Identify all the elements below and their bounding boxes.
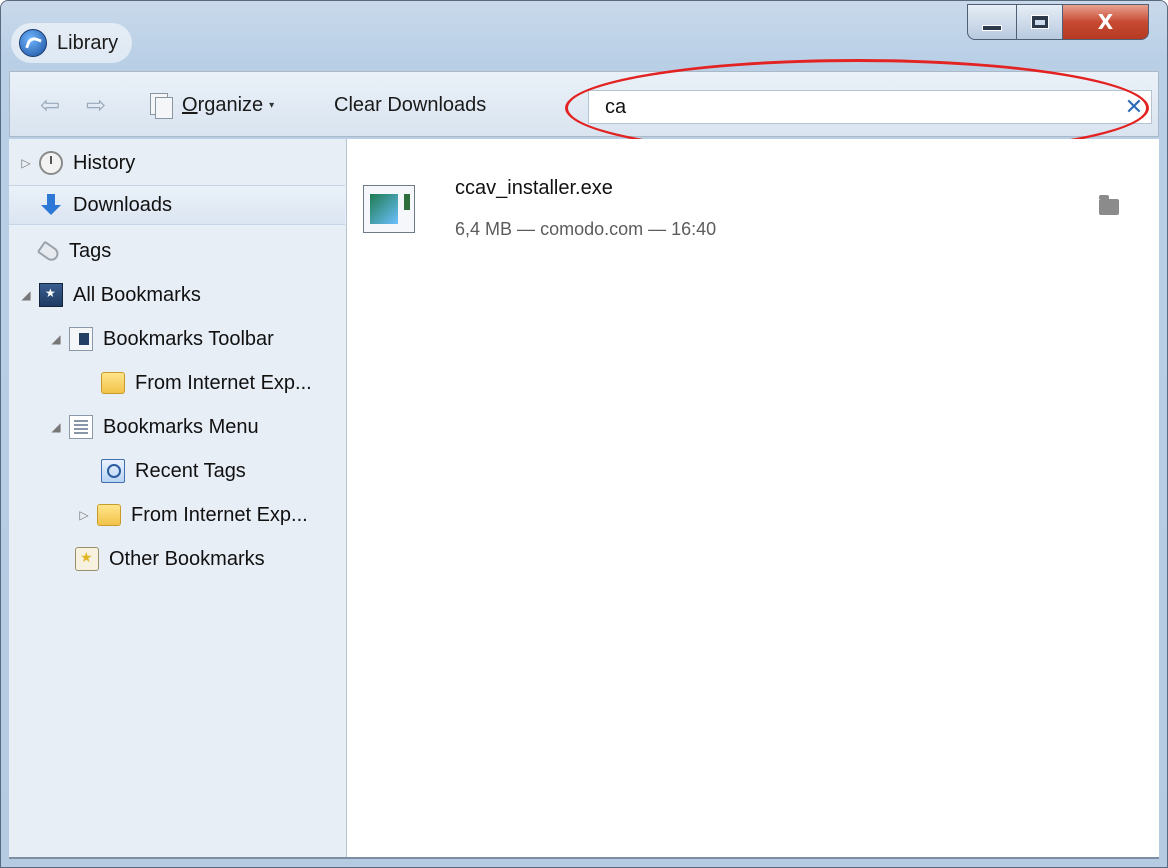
title-pill: Library [11, 23, 133, 63]
download-source: comodo.com [540, 219, 644, 239]
forward-arrow-icon: ⇨ [85, 91, 107, 119]
sidebar-item-label: All Bookmarks [73, 283, 201, 306]
sidebar-item-label: Downloads [73, 193, 172, 216]
window-controls: X [967, 4, 1149, 40]
close-button[interactable]: X [1063, 4, 1149, 40]
clear-search-icon[interactable]: ✕ [1117, 91, 1151, 123]
clear-downloads-button[interactable]: Clear Downloads [334, 72, 486, 138]
organize-button[interactable]: Organize ▾ [150, 72, 274, 138]
window-frame-bottom [9, 857, 1159, 859]
download-time: 16:40 [671, 219, 717, 239]
back-button[interactable]: ⇦ [36, 72, 64, 138]
sidebar-item-bookmarks-toolbar[interactable]: ◢ Bookmarks Toolbar [49, 319, 274, 359]
sidebar-item-label: Bookmarks Toolbar [103, 327, 274, 350]
sidebar-item-label: From Internet Exp... [135, 371, 312, 394]
minimize-icon [982, 25, 1002, 31]
sidebar-item-label: Recent Tags [135, 459, 246, 482]
sidebar-item-all-bookmarks[interactable]: ◢ All Bookmarks [19, 275, 201, 315]
sidebar-item-label: History [73, 151, 136, 174]
sidebar-item-downloads[interactable]: Downloads [9, 185, 345, 225]
search-input[interactable] [603, 94, 1117, 120]
library-window: Library X ⇦ ⇨ Organize ▾ Clear Downloads… [0, 0, 1168, 868]
firefox-app-icon[interactable] [19, 29, 47, 57]
tag-icon [36, 240, 62, 264]
collapse-icon[interactable]: ◢ [19, 288, 33, 302]
close-icon: X [1097, 10, 1114, 34]
sidebar-item-history[interactable]: ▷ History [19, 143, 135, 183]
download-item[interactable]: ccav_installer.exe 6,4 MB — comodo.com —… [361, 177, 1151, 253]
sidebar-item-label: Other Bookmarks [109, 547, 265, 570]
collapse-icon[interactable]: ◢ [49, 332, 63, 346]
organize-accesskey: O [182, 93, 198, 116]
open-folder-icon[interactable] [1099, 195, 1119, 215]
organize-label: rganize [197, 93, 264, 116]
separator: — [517, 219, 536, 239]
download-details: 6,4 MB — comodo.com — 16:40 [455, 219, 716, 240]
sidebar-item-label: From Internet Exp... [131, 503, 308, 526]
maximize-icon [1030, 15, 1049, 29]
bookmarks-menu-icon [69, 415, 93, 439]
sidebar-item-bookmarks-menu[interactable]: ◢ Bookmarks Menu [49, 407, 259, 447]
clock-icon [39, 151, 63, 175]
title-bar[interactable]: Library X [1, 1, 1167, 69]
recent-tags-icon [101, 459, 125, 483]
sidebar-item-recent-tags[interactable]: Recent Tags [101, 451, 246, 491]
toolbar: ⇦ ⇨ Organize ▾ Clear Downloads ✕ [9, 71, 1159, 137]
exe-file-icon [363, 185, 415, 233]
minimize-button[interactable] [967, 4, 1017, 40]
sidebar-item-label: Bookmarks Menu [103, 415, 259, 438]
sidebar-item-from-internet-explorer-1[interactable]: From Internet Exp... [101, 363, 312, 403]
back-arrow-icon: ⇦ [39, 91, 61, 119]
download-filename: ccav_installer.exe [455, 177, 613, 199]
separator: — [648, 219, 667, 239]
maximize-button[interactable] [1017, 4, 1063, 40]
sidebar-item-other-bookmarks[interactable]: Other Bookmarks [75, 539, 265, 579]
folder-icon [101, 372, 125, 394]
bookmarks-library-icon [39, 283, 63, 307]
search-box[interactable]: ✕ [588, 90, 1152, 124]
sidebar-item-label: Tags [69, 239, 112, 262]
expand-icon[interactable]: ▷ [19, 156, 33, 170]
window-title: Library [57, 31, 119, 54]
download-size: 6,4 MB [455, 219, 513, 239]
sidebar-item-tags[interactable]: Tags [36, 231, 112, 271]
chevron-down-icon: ▾ [269, 99, 275, 111]
expand-icon[interactable]: ▷ [77, 508, 91, 522]
forward-button[interactable]: ⇨ [82, 72, 110, 138]
collapse-icon[interactable]: ◢ [49, 420, 63, 434]
bookmarks-toolbar-icon [69, 327, 93, 351]
sidebar: ▷ History Downloads Tags ◢ All Bookmarks… [9, 139, 347, 857]
clear-downloads-label: Clear Downloads [334, 93, 487, 116]
download-arrow-icon [39, 193, 63, 217]
organize-icon [150, 93, 174, 119]
folder-icon [97, 504, 121, 526]
sidebar-item-from-internet-explorer-2[interactable]: ▷ From Internet Exp... [77, 495, 308, 535]
other-bookmarks-icon [75, 547, 99, 571]
